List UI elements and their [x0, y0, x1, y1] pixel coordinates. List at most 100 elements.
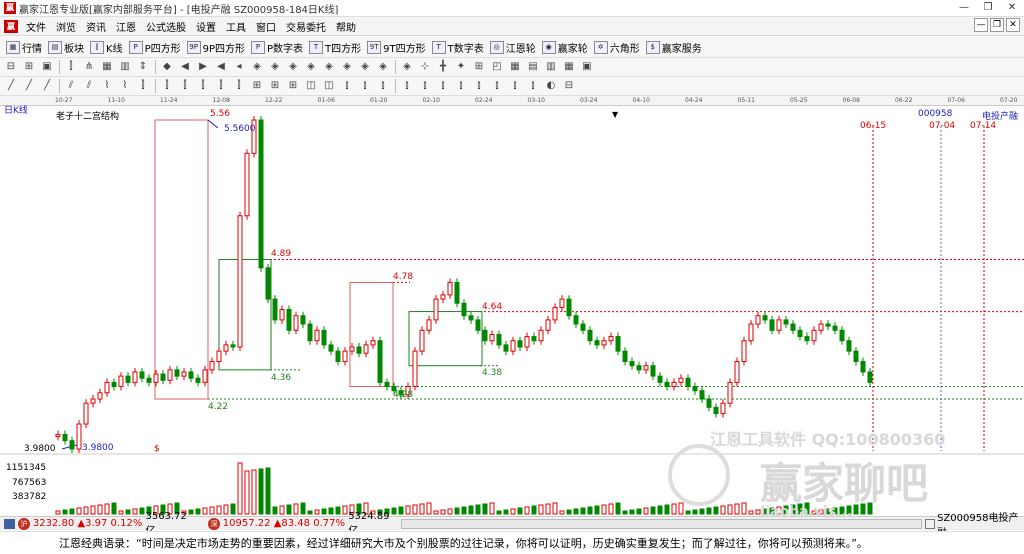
line-tool-17-icon[interactable]: ◫: [304, 79, 318, 93]
draw-tool-19-icon[interactable]: ◈: [340, 60, 354, 74]
p-square-button[interactable]: P P四方形: [128, 40, 181, 55]
menu-item-help[interactable]: 帮助: [331, 19, 361, 34]
draw-tool-8-icon[interactable]: ⇕: [136, 60, 150, 74]
sector-button[interactable]: ▤ 板块: [48, 40, 84, 55]
line-tool-8-icon[interactable]: ⫿: [136, 79, 150, 93]
minimize-icon[interactable]: —: [952, 0, 976, 16]
line-tool-22-icon[interactable]: ⫾: [400, 79, 414, 93]
t-square-button[interactable]: T T四方形: [309, 40, 361, 55]
draw-tool-12-icon[interactable]: ◀: [214, 60, 228, 74]
9p-square-button[interactable]: 9P 9P四方形: [186, 40, 245, 55]
draw-tool-21-icon[interactable]: ◈: [376, 60, 390, 74]
candle-body: [832, 325, 838, 331]
line-tool-7-icon[interactable]: ⌇: [118, 79, 132, 93]
draw-tool-1-icon[interactable]: ⊟: [4, 60, 18, 74]
line-tool-4-icon[interactable]: ⫽: [64, 79, 78, 93]
line-tool-15-icon[interactable]: ⊞: [268, 79, 282, 93]
draw-tool-4-icon[interactable]: ⫿: [64, 60, 78, 74]
menu-item-window[interactable]: 窗口: [251, 19, 281, 34]
line-tool-28-icon[interactable]: ⫾: [508, 79, 522, 93]
p-table-button[interactable]: P P数字表: [251, 40, 303, 55]
line-tool-12-icon[interactable]: ⫿: [214, 79, 228, 93]
draw-tool-2-icon[interactable]: ⊞: [22, 60, 36, 74]
draw-tool-22-icon[interactable]: ◈: [400, 60, 414, 74]
mdi-restore-icon[interactable]: ❐: [990, 18, 1004, 32]
line-tool-14-icon[interactable]: ⊞: [250, 79, 264, 93]
draw-tool-17-icon[interactable]: ◈: [304, 60, 318, 74]
mdi-close-icon[interactable]: ✕: [1006, 18, 1020, 32]
draw-tool-11-icon[interactable]: ▶: [196, 60, 210, 74]
mdi-minimize-icon[interactable]: —: [974, 18, 988, 32]
draw-tool-30-icon[interactable]: ▥: [544, 60, 558, 74]
quote-button[interactable]: ▦ 行情: [6, 40, 42, 55]
kline-chart[interactable]: 日K线 老子十二宫结构 000958 电投产融 ▼ 06-15 07-04 07…: [0, 106, 1024, 520]
draw-tool-3-icon[interactable]: ▣: [40, 60, 54, 74]
menu-item-formula[interactable]: 公式选股: [141, 19, 191, 34]
candle-body: [685, 377, 691, 388]
draw-tool-7-icon[interactable]: ▥: [118, 60, 132, 74]
draw-tool-5-icon[interactable]: ⋔: [82, 60, 96, 74]
line-tool-9-icon[interactable]: ⫿: [160, 79, 174, 93]
draw-tool-32-icon[interactable]: ▣: [580, 60, 594, 74]
line-tool-18-icon[interactable]: ◫: [322, 79, 336, 93]
restore-icon[interactable]: ❐: [976, 0, 1000, 16]
menu-item-tools[interactable]: 工具: [221, 19, 251, 34]
draw-tool-23-icon[interactable]: ⊹: [418, 60, 432, 74]
line-tool-23-icon[interactable]: ⫾: [418, 79, 432, 93]
kline-button[interactable]: ⫿ K线: [90, 40, 123, 55]
line-tool-13-icon[interactable]: ⫿: [232, 79, 246, 93]
line-tool-29-icon[interactable]: ⫾: [526, 79, 540, 93]
draw-tool-14-icon[interactable]: ◈: [250, 60, 264, 74]
status-scrollbar[interactable]: [401, 518, 923, 529]
chart-dropdown-icon[interactable]: ▼: [612, 110, 618, 119]
draw-tool-28-icon[interactable]: ▦: [508, 60, 522, 74]
draw-tool-16-icon[interactable]: ◈: [286, 60, 300, 74]
menu-item-gann[interactable]: 江恩: [111, 19, 141, 34]
draw-tool-9-icon[interactable]: ◆: [160, 60, 174, 74]
line-tool-19-icon[interactable]: ⫾: [340, 79, 354, 93]
draw-tool-27-icon[interactable]: ◰: [490, 60, 504, 74]
winner-wheel-button[interactable]: ◉ 赢家轮: [541, 40, 588, 55]
line-tool-20-icon[interactable]: ⫾: [358, 79, 372, 93]
line-tool-11-icon[interactable]: ⫿: [196, 79, 210, 93]
line-tool-16-icon[interactable]: ⊞: [286, 79, 300, 93]
line-tool-10-icon[interactable]: ⫿: [178, 79, 192, 93]
t-table-button[interactable]: T T数字表: [431, 40, 484, 55]
line-tool-1-icon[interactable]: ╱: [4, 79, 18, 93]
draw-tool-6-icon[interactable]: ▦: [100, 60, 114, 74]
menu-item-settings[interactable]: 设置: [191, 19, 221, 34]
line-tool-27-icon[interactable]: ⫾: [490, 79, 504, 93]
draw-tool-18-icon[interactable]: ◈: [322, 60, 336, 74]
menu-item-file[interactable]: 文件: [21, 19, 51, 34]
close-icon[interactable]: ✕: [1000, 0, 1024, 16]
line-tool-6-icon[interactable]: ⌇: [100, 79, 114, 93]
draw-tool-20-icon[interactable]: ◈: [358, 60, 372, 74]
line-tool-31-icon[interactable]: ⊟: [562, 79, 576, 93]
volume-bar: [104, 503, 110, 515]
winner-service-button[interactable]: $ 赢家服务: [645, 40, 702, 55]
line-tool-5-icon[interactable]: ⫽: [82, 79, 96, 93]
index-grid-icon[interactable]: [4, 518, 16, 529]
draw-tool-25-icon[interactable]: ✦: [454, 60, 468, 74]
menu-item-trade[interactable]: 交易委托: [281, 19, 331, 34]
line-tool-30-icon[interactable]: ◐: [544, 79, 558, 93]
hexagon-button[interactable]: ✡ 六角形: [593, 40, 640, 55]
9t-square-button[interactable]: 9T 9T四方形: [367, 40, 426, 55]
menu-item-info[interactable]: 资讯: [81, 19, 111, 34]
menu-item-browse[interactable]: 浏览: [51, 19, 81, 34]
line-tool-24-icon[interactable]: ⫾: [436, 79, 450, 93]
draw-tool-15-icon[interactable]: ◈: [268, 60, 282, 74]
draw-tool-13-icon[interactable]: ◂: [232, 60, 246, 74]
line-tool-26-icon[interactable]: ⫾: [472, 79, 486, 93]
line-tool-21-icon[interactable]: ⫾: [376, 79, 390, 93]
draw-tool-31-icon[interactable]: ▦: [562, 60, 576, 74]
line-tool-2-icon[interactable]: ╱: [22, 79, 36, 93]
draw-tool-26-icon[interactable]: ⊞: [472, 60, 486, 74]
line-tool-3-icon[interactable]: ╱: [40, 79, 54, 93]
gann-wheel-button[interactable]: ◎ 江恩轮: [489, 40, 536, 55]
draw-tool-24-icon[interactable]: ╋: [436, 60, 450, 74]
draw-tool-29-icon[interactable]: ▤: [526, 60, 540, 74]
volume-bar: [713, 506, 719, 515]
line-tool-25-icon[interactable]: ⫾: [454, 79, 468, 93]
draw-tool-10-icon[interactable]: ◀: [178, 60, 192, 74]
